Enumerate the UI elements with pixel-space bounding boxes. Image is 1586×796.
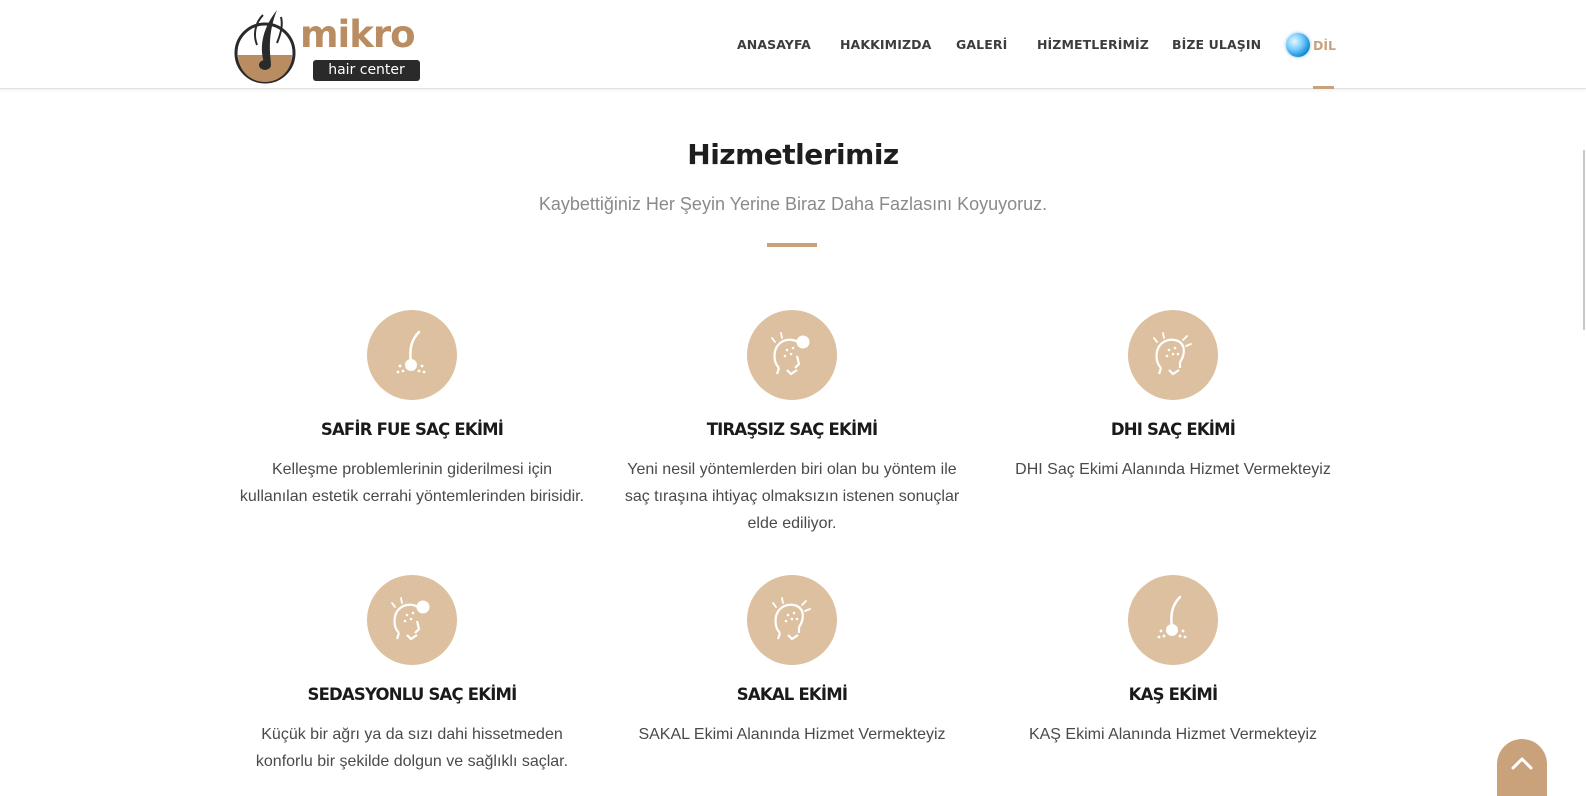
head-profile-icon	[1153, 332, 1192, 376]
language-label: DİL	[1313, 37, 1336, 53]
section-subtitle: Kaybettiğiniz Her Şeyin Yerine Biraz Dah…	[538, 194, 1048, 214]
service-description: KAŞ Ekimi Alanında Hizmet Vermekteyiz	[1028, 726, 1318, 743]
nav-item-hizmetlerimiz[interactable]: HİZMETLERİMİZ	[1037, 37, 1149, 52]
scroll-to-top-button[interactable]	[1497, 739, 1547, 796]
logo[interactable]: mikro hair center	[233, 5, 433, 85]
logo-word: mikro	[300, 13, 416, 56]
globe-icon	[1286, 33, 1310, 57]
service-description: Küçük bir ağrı ya da sızı dahi hissetmed…	[255, 726, 569, 770]
service-icon-circle	[1128, 310, 1218, 400]
nav-item-galeri[interactable]: GALERİ	[956, 37, 1007, 52]
head-profile-dot-icon	[391, 597, 430, 641]
hair-follicle-icon	[1157, 595, 1187, 639]
service-title: SAFİR FUE SAÇ EKİMİ	[320, 420, 504, 439]
service-icon-circle	[747, 310, 837, 400]
logo-tagline: hair center	[313, 60, 420, 81]
service-title: KAŞ EKİMİ	[1128, 685, 1219, 704]
nav-item-hakkimizda[interactable]: HAKKIMIZDA	[840, 37, 931, 52]
service-description: SAKAL Ekimi Alanında Hizmet Vermekteyiz	[638, 726, 946, 743]
section-title: Hizmetlerimiz	[687, 138, 899, 171]
section-divider	[767, 243, 817, 247]
nav-item-bize-ulasin[interactable]: BİZE ULAŞIN	[1172, 37, 1261, 52]
site-header: mikro hair center ANASAYFA HAKKIMIZDA GA…	[0, 0, 1586, 89]
active-underline	[1313, 86, 1334, 89]
hair-follicle-icon	[396, 330, 426, 374]
scrollbar[interactable]	[1583, 150, 1585, 330]
chevron-up-icon	[1511, 757, 1533, 770]
nav-item-anasayfa[interactable]: ANASAYFA	[737, 37, 811, 52]
service-title: SAKAL EKİMİ	[736, 685, 848, 704]
service-icon-circle	[747, 575, 837, 665]
service-title: DHI SAÇ EKİMİ	[1110, 420, 1236, 439]
service-description: DHI Saç Ekimi Alanında Hizmet Vermekteyi…	[1015, 461, 1331, 478]
service-title: SEDASYONLU SAÇ EKİMİ	[307, 685, 517, 704]
language-selector[interactable]: DİL	[1286, 30, 1336, 60]
service-description: Yeni nesil yöntemlerden biri olan bu yön…	[624, 461, 960, 532]
head-profile-dot-icon	[771, 332, 810, 376]
service-icon-circle	[1128, 575, 1218, 665]
service-icon-circle	[367, 575, 457, 665]
service-description: Kelleşme problemlerinin giderilmesi için…	[239, 461, 585, 505]
service-title: TIRAŞSIZ SAÇ EKİMİ	[706, 420, 878, 439]
service-icon-circle	[367, 310, 457, 400]
head-profile-icon	[772, 597, 811, 641]
